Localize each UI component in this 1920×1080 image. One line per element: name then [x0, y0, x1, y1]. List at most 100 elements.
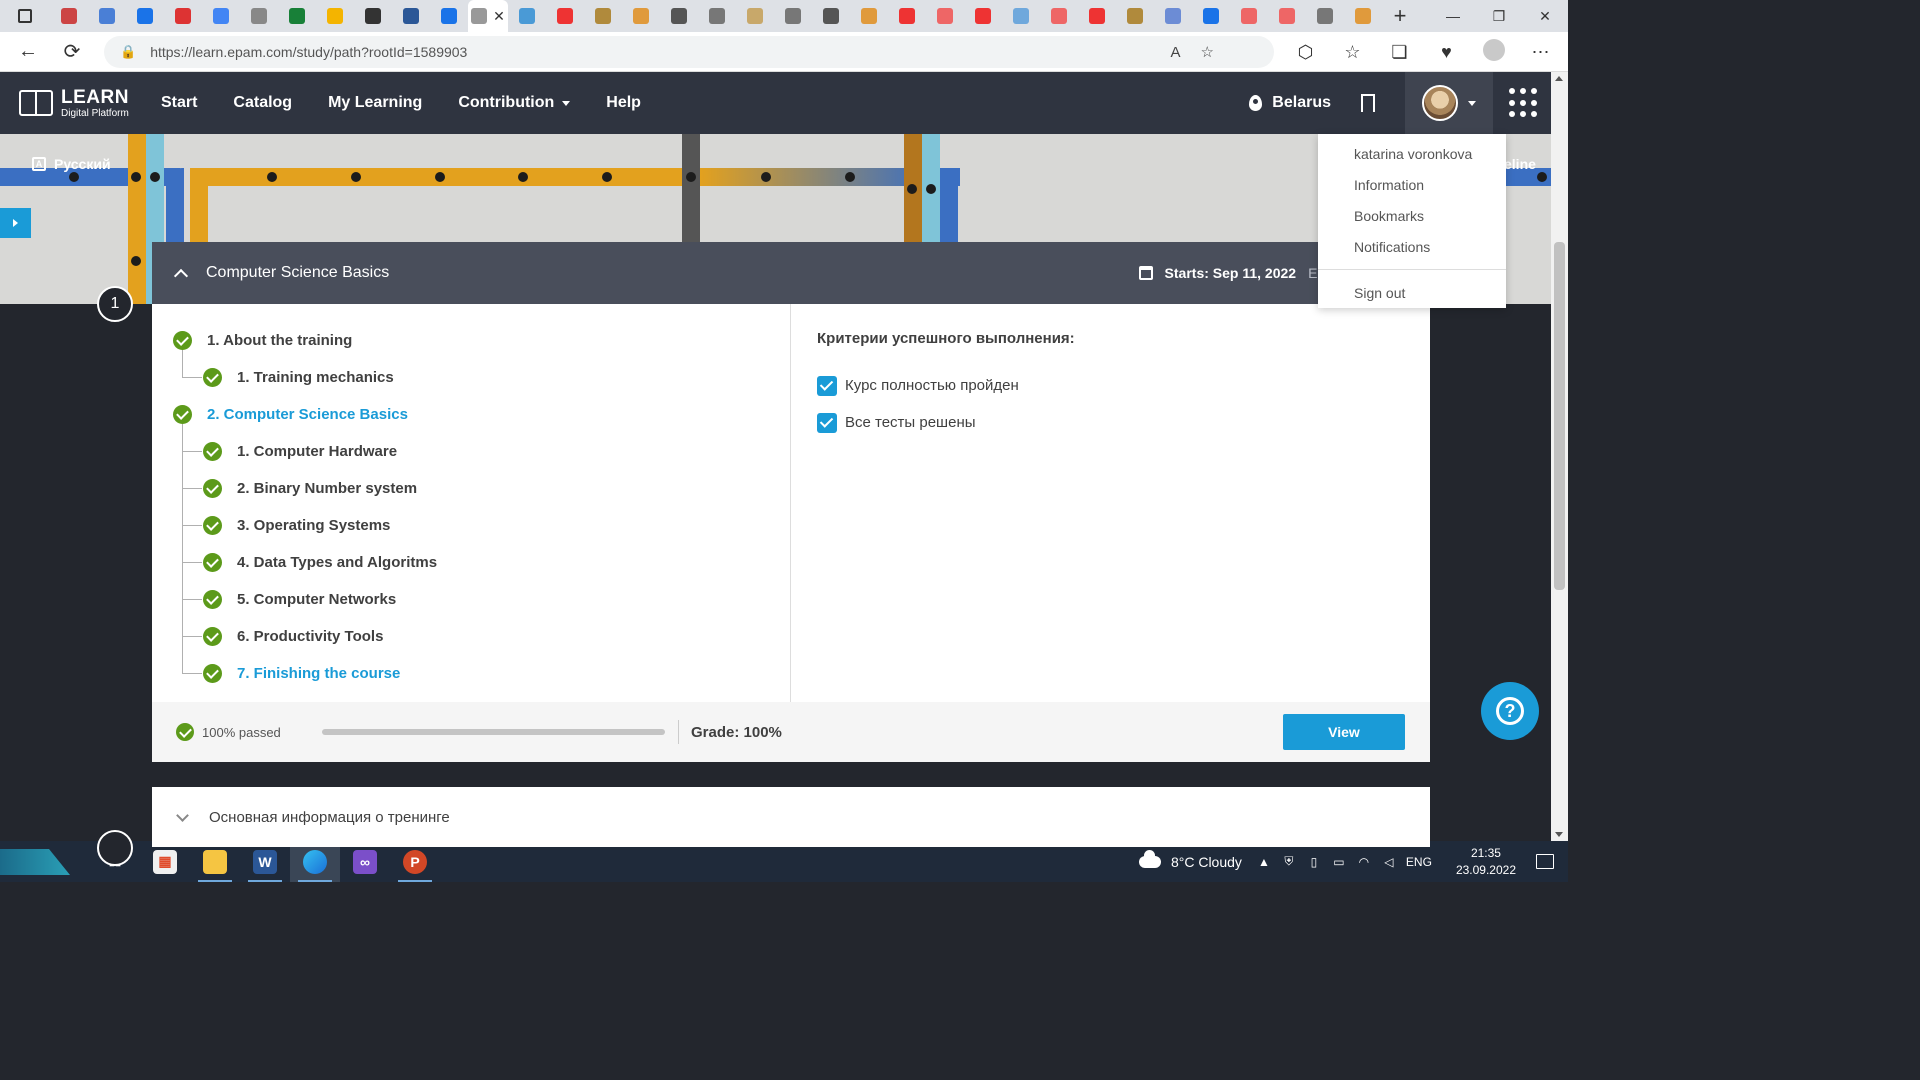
restore-button[interactable]: ❐: [1476, 0, 1522, 32]
browser-tab[interactable]: [926, 0, 964, 32]
more-options-icon[interactable]: ⋯: [1517, 42, 1564, 63]
browser-tab[interactable]: [50, 0, 88, 32]
visual-studio-button[interactable]: ∞: [340, 841, 390, 882]
nav-help[interactable]: Help: [606, 94, 641, 112]
browser-tab[interactable]: [964, 0, 1002, 32]
course-tree-item[interactable]: 2. Computer Science Basics: [152, 396, 790, 433]
course-tree-item[interactable]: 1. Training mechanics: [152, 359, 790, 396]
browser-tab[interactable]: [698, 0, 736, 32]
start-button[interactable]: [0, 841, 90, 882]
sidebar-expand-button[interactable]: [0, 208, 31, 238]
browser-tab[interactable]: [736, 0, 774, 32]
weather-widget[interactable]: 8°C Cloudy: [1138, 849, 1242, 870]
browser-tab[interactable]: [392, 0, 430, 32]
page-scrollbar[interactable]: [1551, 72, 1568, 841]
favorites-icon[interactable]: ☆: [1329, 42, 1376, 63]
word-button[interactable]: W: [240, 841, 290, 882]
language-switch[interactable]: A Русский: [32, 156, 111, 172]
browser-tab[interactable]: [1040, 0, 1078, 32]
course-tree-item[interactable]: 1. About the training: [152, 322, 790, 359]
browser-tab[interactable]: [1268, 0, 1306, 32]
pipeline-label[interactable]: eline: [1504, 156, 1536, 172]
new-tab-button[interactable]: +: [1382, 0, 1418, 32]
add-favorite-icon[interactable]: ☆: [1201, 43, 1214, 61]
refresh-button[interactable]: ⟳: [50, 32, 94, 72]
browser-tab[interactable]: [622, 0, 660, 32]
scroll-thumb[interactable]: [1554, 242, 1565, 590]
training-info-card[interactable]: Основная информация о тренинге: [152, 787, 1430, 847]
course-tree-item[interactable]: 2. Binary Number system: [152, 470, 790, 507]
browser-tab[interactable]: [202, 0, 240, 32]
clock[interactable]: 21:35 23.09.2022: [1456, 845, 1516, 879]
minimize-button[interactable]: —: [1430, 0, 1476, 32]
scroll-down-icon[interactable]: [1555, 832, 1563, 837]
usb-icon[interactable]: ▯: [1306, 854, 1322, 870]
chevron-up-icon[interactable]: [173, 268, 189, 284]
browser-tab[interactable]: [1306, 0, 1344, 32]
browser-tab[interactable]: [1344, 0, 1382, 32]
browser-tab[interactable]: [1078, 0, 1116, 32]
browser-tab[interactable]: [240, 0, 278, 32]
back-button[interactable]: ←: [6, 32, 50, 72]
tab-actions-button[interactable]: [0, 0, 50, 32]
nav-start[interactable]: Start: [161, 94, 197, 112]
battery-icon[interactable]: ▭: [1331, 854, 1347, 870]
help-button[interactable]: ?: [1481, 682, 1539, 740]
notifications-icon[interactable]: [1536, 854, 1554, 869]
browser-tab[interactable]: [430, 0, 468, 32]
course-tree-item[interactable]: 7. Finishing the course: [152, 655, 790, 692]
wifi-icon[interactable]: ◠: [1356, 854, 1372, 870]
nav-my-learning[interactable]: My Learning: [328, 94, 422, 112]
browser-tab[interactable]: [850, 0, 888, 32]
course-tree-item[interactable]: 1. Computer Hardware: [152, 433, 790, 470]
extensions-icon[interactable]: ⬡: [1282, 42, 1329, 63]
browser-tab[interactable]: ✕: [468, 0, 508, 32]
health-icon[interactable]: ♥: [1423, 42, 1470, 63]
scroll-up-icon[interactable]: [1555, 76, 1563, 81]
browser-tab[interactable]: [1116, 0, 1154, 32]
user-menu-button[interactable]: [1405, 72, 1493, 134]
file-explorer-button[interactable]: [190, 841, 240, 882]
browser-tab[interactable]: [1192, 0, 1230, 32]
browser-tab[interactable]: [88, 0, 126, 32]
browser-tab[interactable]: [354, 0, 392, 32]
apps-grid-icon[interactable]: [1509, 88, 1539, 118]
url-field[interactable]: 🔒 https://learn.epam.com/study/path?root…: [104, 36, 1274, 68]
course-tree-item[interactable]: 6. Productivity Tools: [152, 618, 790, 655]
menu-item-notifications[interactable]: Notifications: [1318, 231, 1506, 262]
course-card-header[interactable]: Computer Science Basics Starts: Sep 11, …: [152, 242, 1430, 304]
powerpoint-button[interactable]: P: [390, 841, 440, 882]
browser-tab[interactable]: [126, 0, 164, 32]
menu-item-information[interactable]: Information: [1318, 169, 1506, 200]
menu-item-bookmarks[interactable]: Bookmarks: [1318, 200, 1506, 231]
browser-tab[interactable]: [316, 0, 354, 32]
close-tab-icon[interactable]: ✕: [493, 8, 505, 25]
browser-tab[interactable]: [812, 0, 850, 32]
browser-tab[interactable]: [1230, 0, 1268, 32]
course-tree-item[interactable]: 4. Data Types and Algoritms: [152, 544, 790, 581]
course-tree-item[interactable]: 3. Operating Systems: [152, 507, 790, 544]
shield-icon[interactable]: ⛨: [1281, 854, 1297, 870]
browser-tab[interactable]: [278, 0, 316, 32]
store-button[interactable]: ▦: [140, 841, 190, 882]
browser-tab[interactable]: [164, 0, 202, 32]
location-selector[interactable]: Belarus: [1249, 94, 1331, 112]
browser-tab[interactable]: [1154, 0, 1192, 32]
browser-tab[interactable]: [546, 0, 584, 32]
nav-contribution[interactable]: Contribution: [458, 94, 571, 112]
edge-button[interactable]: [290, 841, 340, 882]
collections-icon[interactable]: ❏: [1376, 42, 1423, 63]
browser-tab[interactable]: [508, 0, 546, 32]
bookmark-icon[interactable]: [1361, 94, 1375, 114]
sign-out-button[interactable]: Sign out: [1318, 277, 1506, 308]
view-button[interactable]: View: [1283, 714, 1405, 750]
browser-tab[interactable]: [888, 0, 926, 32]
volume-icon[interactable]: ◁: [1381, 854, 1397, 870]
close-window-button[interactable]: ✕: [1522, 0, 1568, 32]
input-language[interactable]: ENG: [1406, 855, 1432, 869]
nav-catalog[interactable]: Catalog: [233, 94, 292, 112]
browser-tab[interactable]: [1002, 0, 1040, 32]
browser-tab[interactable]: [774, 0, 812, 32]
browser-tab[interactable]: [660, 0, 698, 32]
browser-tab[interactable]: [584, 0, 622, 32]
